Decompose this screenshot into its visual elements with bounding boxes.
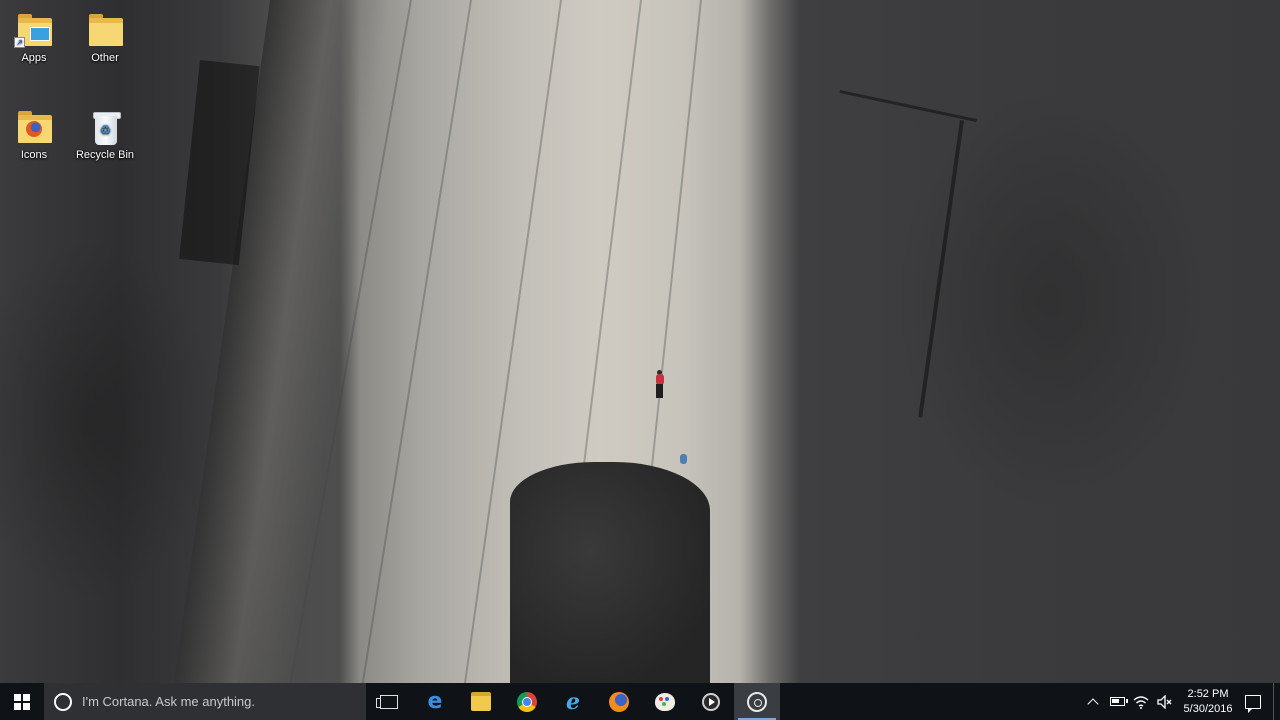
clock-date: 5/30/2016 xyxy=(1183,702,1233,715)
cortana-search-box[interactable]: I'm Cortana. Ask me anything. xyxy=(44,683,366,720)
desktop-icon-label: Recycle Bin xyxy=(75,149,135,161)
taskbar-file-explorer[interactable] xyxy=(458,683,504,720)
taskbar-media-player[interactable] xyxy=(688,683,734,720)
folder-firefox-icon xyxy=(14,107,54,147)
climber-figure xyxy=(654,370,664,400)
folder-icon xyxy=(471,692,491,711)
task-view-icon xyxy=(376,694,398,709)
notification-icon xyxy=(1245,694,1261,713)
folder-icon xyxy=(85,10,125,50)
desktop-icon-label: Apps xyxy=(21,52,47,64)
desktop-wallpaper[interactable] xyxy=(0,0,1280,683)
battery-button[interactable] xyxy=(1105,683,1129,720)
edge-icon: e xyxy=(427,689,443,714)
dark-boulder xyxy=(510,462,710,683)
paint-palette-icon xyxy=(655,692,675,711)
desktop-icon-recycle-bin[interactable]: ♻ Recycle Bin xyxy=(69,107,141,161)
search-placeholder: I'm Cortana. Ask me anything. xyxy=(82,694,256,709)
windows-logo-icon xyxy=(14,693,30,710)
task-view-button[interactable] xyxy=(366,683,412,720)
clock-button[interactable]: 2:52 PM 5/30/2016 xyxy=(1177,687,1239,717)
taskbar-firefox[interactable] xyxy=(596,683,642,720)
folder-shortcut-icon: ↗ xyxy=(14,10,54,50)
belayer-figure xyxy=(680,454,687,464)
media-player-icon xyxy=(702,692,720,711)
firefox-icon xyxy=(609,691,629,712)
cortana-icon xyxy=(54,692,72,711)
show-desktop-button[interactable] xyxy=(1273,683,1280,720)
desktop-icon-label: Icons xyxy=(20,149,48,161)
system-tray: 2:52 PM 5/30/2016 xyxy=(1081,683,1280,720)
volume-muted-icon xyxy=(1157,694,1172,709)
taskbar-paint[interactable] xyxy=(642,683,688,720)
volume-button[interactable] xyxy=(1153,683,1177,720)
clock-time: 2:52 PM xyxy=(1187,687,1229,700)
battery-icon xyxy=(1109,697,1128,706)
ie-icon: e xyxy=(566,688,580,715)
taskbar-edge[interactable]: e xyxy=(412,683,458,720)
taskbar-chrome[interactable] xyxy=(504,683,550,720)
desktop-icon-other[interactable]: Other xyxy=(69,10,141,64)
chevron-up-icon xyxy=(1087,697,1099,710)
desktop-icon-apps[interactable]: ↗ Apps xyxy=(0,10,70,64)
wifi-icon xyxy=(1133,695,1149,709)
action-center-button[interactable] xyxy=(1239,683,1267,720)
taskbar: I'm Cortana. Ask me anything. e e 2:52 P… xyxy=(0,683,1280,720)
taskbar-internet-explorer[interactable]: e xyxy=(550,683,596,720)
desktop-icon-label: Other xyxy=(91,52,119,64)
recycle-bin-icon: ♻ xyxy=(85,107,125,147)
start-button[interactable] xyxy=(0,683,44,720)
network-button[interactable] xyxy=(1129,683,1153,720)
taskbar-obs[interactable] xyxy=(734,683,780,720)
show-hidden-icons-button[interactable] xyxy=(1081,683,1105,720)
rock-streak xyxy=(361,0,472,683)
chrome-icon xyxy=(517,691,537,712)
obs-icon xyxy=(747,691,767,712)
desktop-icon-icons[interactable]: Icons xyxy=(0,107,70,161)
rock-crack xyxy=(918,120,964,418)
rock-crack xyxy=(839,90,977,123)
